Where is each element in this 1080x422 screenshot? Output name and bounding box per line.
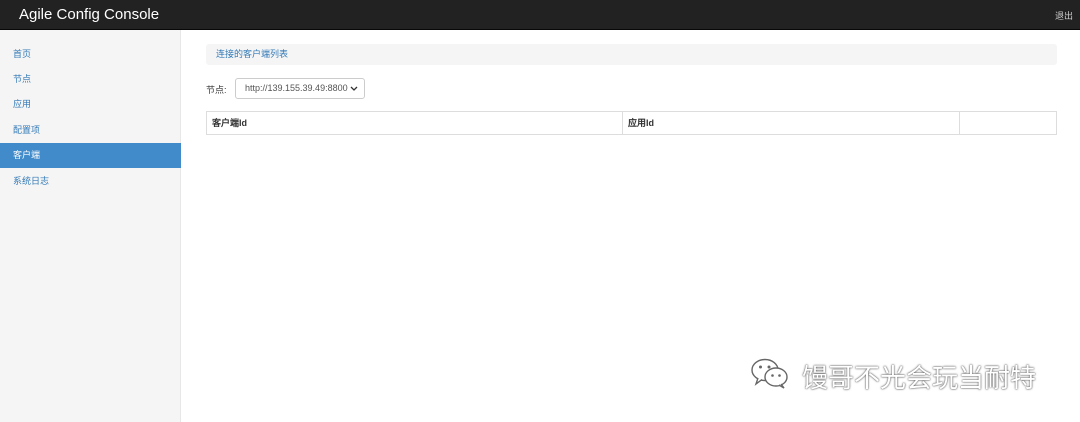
top-navbar: Agile Config Console 退出 — [0, 0, 1080, 30]
watermark: 馒哥不光会玩当耐特 — [750, 354, 1050, 394]
node-select[interactable]: http://139.155.39.49:8800 — [235, 78, 365, 99]
sidebar-item-home[interactable]: 首页 — [0, 42, 181, 67]
node-filter-label: 节点: — [206, 85, 227, 95]
column-header-actions — [960, 112, 1056, 134]
column-header-app-id: 应用Id — [623, 112, 960, 134]
sidebar-item-apps[interactable]: 应用 — [0, 92, 181, 117]
app-title[interactable]: Agile Config Console — [19, 6, 159, 23]
node-select-value: http://139.155.39.49:8800 — [245, 83, 348, 93]
sidebar-item-clients[interactable]: 客户端 — [0, 143, 181, 168]
clients-table: 客户端Id 应用Id — [206, 111, 1057, 135]
logout-link[interactable]: 退出 — [1055, 9, 1073, 22]
sidebar: 首页 节点 应用 配置项 客户端 系统日志 — [0, 30, 181, 422]
chevron-down-icon — [350, 79, 358, 105]
sidebar-item-configs[interactable]: 配置项 — [0, 118, 181, 143]
wechat-icon — [751, 358, 788, 389]
panel-title: 连接的客户端列表 — [206, 44, 1057, 65]
watermark-text: 馒哥不光会玩当耐特 — [802, 363, 1037, 393]
column-header-client-id: 客户端Id — [207, 112, 623, 134]
sidebar-item-system-log[interactable]: 系统日志 — [0, 169, 181, 194]
sidebar-item-nodes[interactable]: 节点 — [0, 67, 181, 92]
